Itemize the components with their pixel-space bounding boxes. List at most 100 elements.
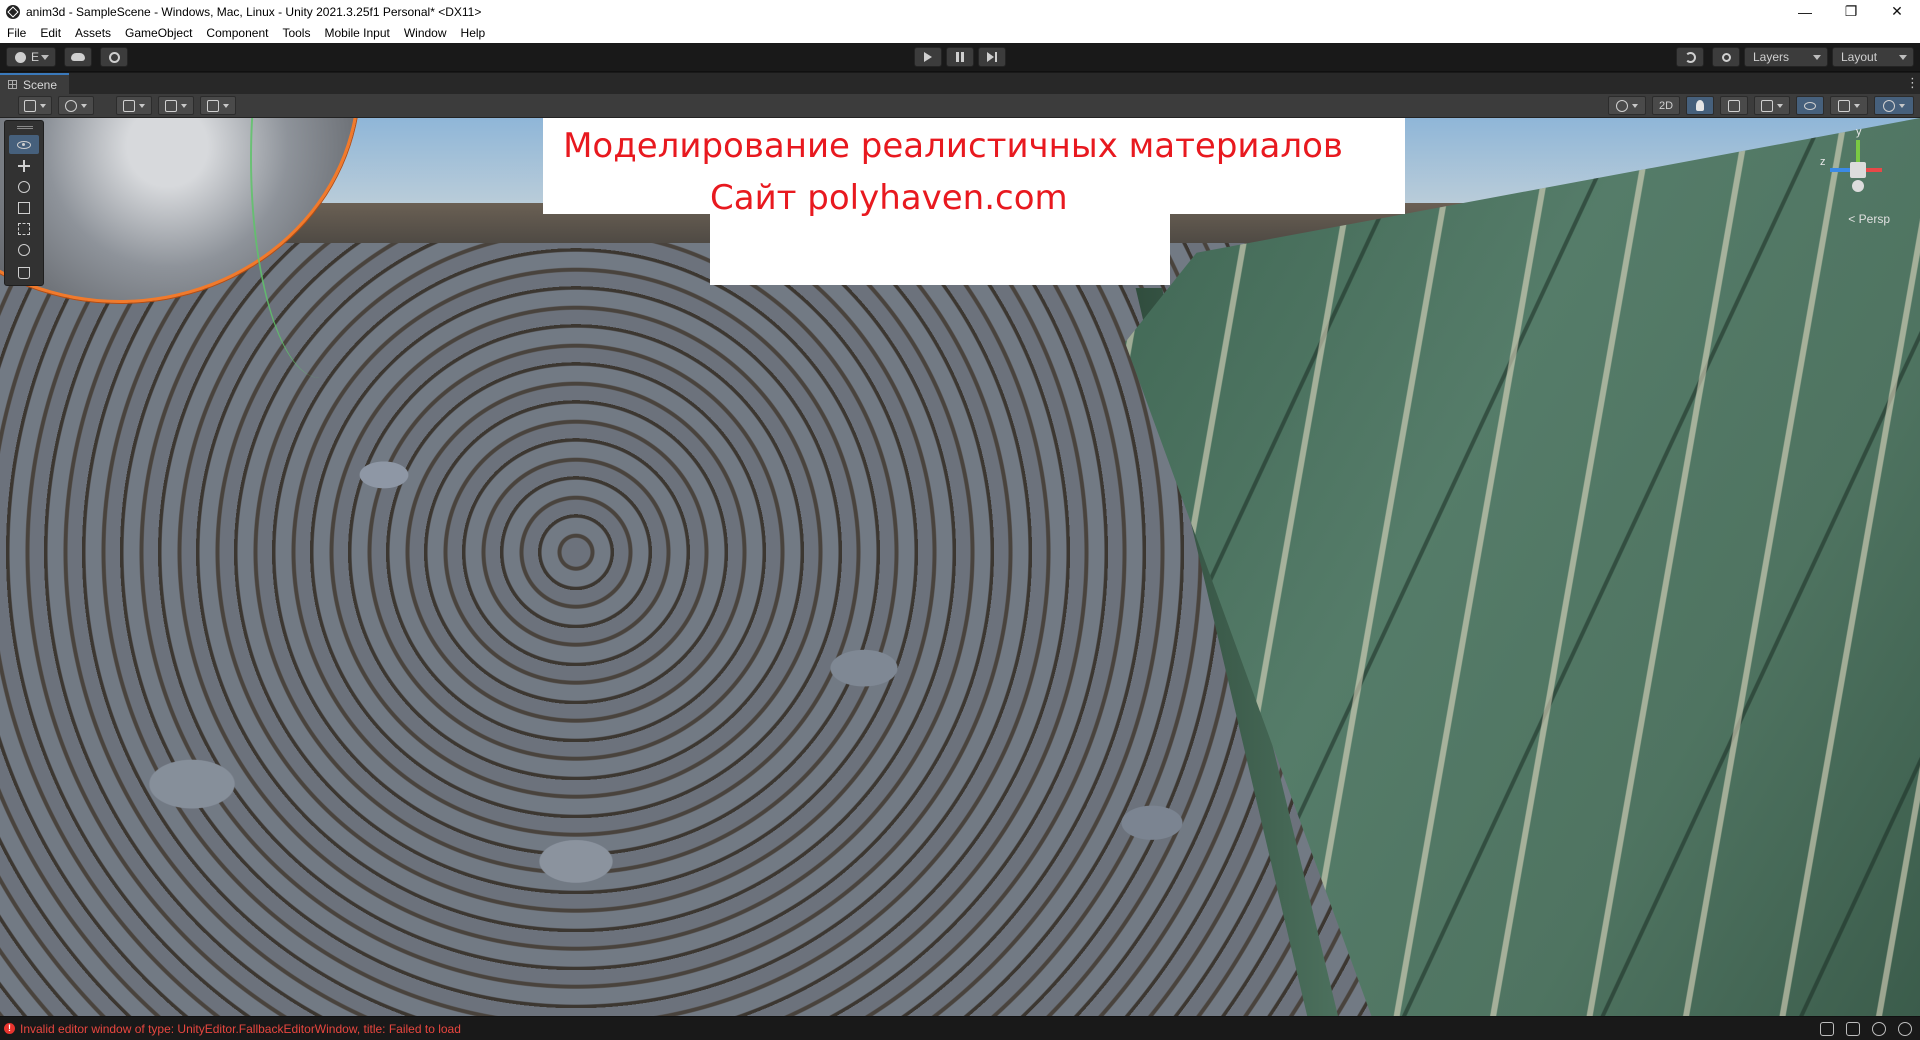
rotate-tool-button[interactable] [9,177,39,196]
overlay-drag-handle[interactable] [17,126,33,129]
effects-layers-icon [1761,99,1773,112]
grid-toggle[interactable] [158,96,194,115]
view-tool-button[interactable] [9,135,39,154]
scale-tool-button[interactable] [9,198,39,217]
projection-label[interactable]: < Persp [1848,212,1890,226]
lighting-toggle[interactable] [1686,96,1714,115]
draw-mode-icon [24,99,36,112]
undo-history-button[interactable] [1676,47,1704,67]
tab-scene[interactable]: Scene [0,73,70,94]
scene-grid-icon [8,80,17,89]
layers-label: Layers [1753,50,1790,64]
scene-tab-bar: Scene ⋮ [0,73,1920,94]
collab-icon [108,51,120,63]
caption-title: Моделирование реалистичных материалов [563,126,1343,166]
chevron-down-icon [1632,103,1638,108]
layers-dropdown[interactable]: Layers [1744,47,1828,67]
gizmo-z-arm[interactable] [1830,168,1850,172]
scene-viewport[interactable]: Моделирование реалистичных материалов Са… [0,118,1920,1016]
window-title: anim3d - SampleScene - Windows, Mac, Lin… [26,4,482,19]
cloud-button[interactable] [64,47,92,67]
step-icon [987,52,997,62]
account-dropdown[interactable]: E [6,47,56,67]
snap-icon [207,99,219,112]
chevron-down-icon [41,55,49,60]
debug-mode-icon[interactable] [1820,1022,1834,1036]
pivot-icon [123,99,135,112]
menu-mobile-input[interactable]: Mobile Input [317,23,396,43]
pivot-toggle[interactable] [116,96,152,115]
light-bulb-icon [1696,100,1704,111]
main-toolbar: E Layers Layout [0,43,1920,72]
menu-file[interactable]: File [0,23,33,43]
chevron-down-icon [1777,103,1783,108]
audio-toggle[interactable] [1720,96,1748,115]
caption-background-lower [710,214,1170,285]
scene-visibility-toggle[interactable] [1796,96,1824,115]
scale-icon [18,201,30,214]
chevron-down-icon [181,103,187,108]
tab-options-menu-icon[interactable]: ⋮ [1906,76,1919,90]
transform-icon [18,243,30,256]
minimize-button[interactable]: — [1782,0,1828,23]
rect-tool-button[interactable] [9,219,39,238]
cloud-icon [71,53,85,61]
snap-toggle[interactable] [200,96,236,115]
speaker-icon [1728,99,1740,112]
tools-overlay [4,120,44,286]
chevron-down-icon [1899,55,1907,60]
hidden-eye-icon [1804,101,1816,110]
menu-help[interactable]: Help [454,23,493,43]
transform-tool-button[interactable] [9,240,39,259]
search-button[interactable] [1712,47,1740,67]
gizmo-globe-icon [1883,99,1895,112]
account-icon [15,51,26,63]
layout-label: Layout [1841,50,1878,64]
unity-logo-icon [6,4,20,19]
orientation-gizmo[interactable]: y z [1812,126,1902,216]
menu-tools[interactable]: Tools [275,23,317,43]
gizmo-center-cube[interactable] [1850,162,1866,178]
scene-toolbar: 2D [0,94,1920,118]
step-button[interactable] [978,47,1006,67]
menu-edit[interactable]: Edit [33,23,68,43]
menu-component[interactable]: Component [199,23,275,43]
play-button[interactable] [914,47,942,67]
chevron-down-icon [223,103,229,108]
chevron-down-icon [139,103,145,108]
gizmo-z-label: z [1820,156,1826,168]
cache-server-icon[interactable] [1846,1022,1860,1036]
render-mode-dropdown[interactable] [58,96,94,115]
check-icon[interactable] [1898,1022,1912,1036]
camera-settings-dropdown[interactable] [1830,96,1868,115]
draw-mode-dropdown[interactable] [18,96,52,115]
menu-gameobject[interactable]: GameObject [118,23,199,43]
menu-window[interactable]: Window [397,23,454,43]
gizmos-dropdown[interactable] [1874,96,1914,115]
move-tool-button[interactable] [9,156,39,175]
caption-subtitle: Сайт polyhaven.com [710,178,1068,218]
custom-editor-tool-button[interactable] [9,263,39,282]
menu-bar: File Edit Assets GameObject Component To… [0,23,1920,43]
eye-icon [17,140,31,149]
gizmo-x-arm[interactable] [1866,168,1882,172]
history-icon [1684,51,1696,63]
shading-sphere-icon [1616,99,1628,112]
menu-assets[interactable]: Assets [68,23,118,43]
gizmo-y-arm[interactable] [1856,140,1860,162]
close-button[interactable]: ✕ [1874,0,1920,23]
gizmo-negative-y-arm[interactable] [1852,180,1864,192]
rect-icon [18,222,30,235]
status-message[interactable]: Invalid editor window of type: UnityEdit… [20,1022,461,1036]
toggle-2d-button[interactable]: 2D [1652,96,1680,115]
shading-mode-dropdown[interactable] [1608,96,1646,115]
layout-dropdown[interactable]: Layout [1832,47,1914,67]
effects-dropdown[interactable] [1754,96,1790,115]
collab-button[interactable] [100,47,128,67]
restore-button[interactable]: ❐ [1828,0,1874,23]
search-icon [1721,52,1731,62]
status-bar: ! Invalid editor window of type: UnityEd… [0,1016,1920,1040]
chevron-down-icon [1899,103,1905,108]
progress-icon[interactable] [1872,1022,1886,1036]
pause-button[interactable] [946,47,974,67]
